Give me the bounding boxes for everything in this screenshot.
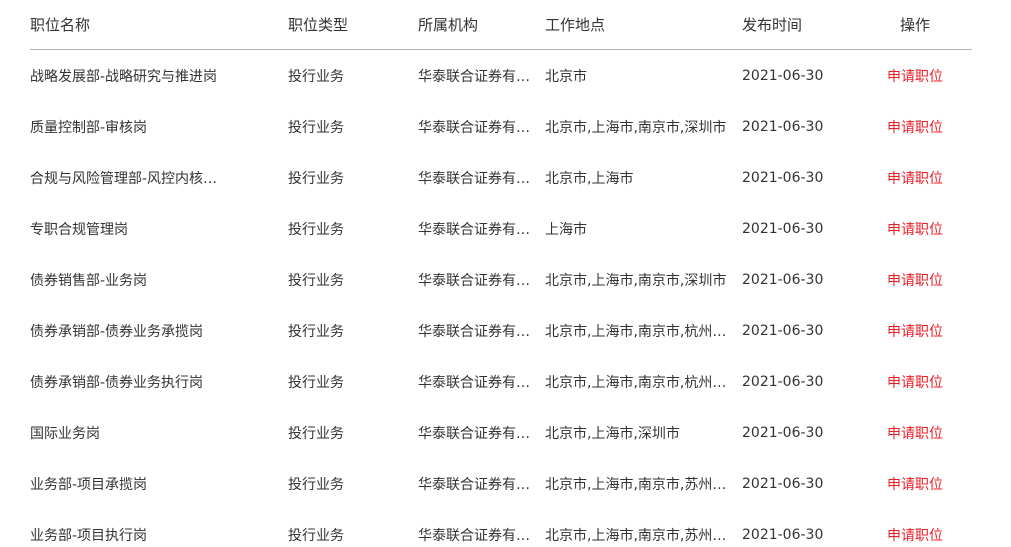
table-row: 战略发展部-战略研究与推进岗 投行业务 华泰联合证券有… 北京市 2021-06-30 申… <box>30 50 972 102</box>
apply-job-link[interactable]: 申请职位 <box>887 222 943 238</box>
cell-organization: 华泰联合证券有… <box>418 323 530 340</box>
cell-job-type: 投行业务 <box>288 323 344 340</box>
table-row: 质量控制部-审核岗 投行业务 华泰联合证券有… 北京市,上海市,南京市,深圳市 2021… <box>30 101 972 152</box>
cell-publish-date: 2021-06-30 <box>742 67 824 84</box>
apply-job-link[interactable]: 申请职位 <box>887 273 943 289</box>
cell-job-type: 投行业务 <box>288 527 344 544</box>
cell-publish-date: 2021-06-30 <box>742 322 824 339</box>
cell-work-location: 北京市,上海市,深圳市 <box>545 425 680 442</box>
cell-job-name: 专职合规管理岗 <box>30 221 128 238</box>
cell-work-location: 北京市 <box>545 68 587 85</box>
cell-job-name: 债券销售部-业务岗 <box>30 272 148 289</box>
cell-organization: 华泰联合证券有… <box>418 119 530 136</box>
cell-publish-date: 2021-06-30 <box>742 118 824 135</box>
table-row: 债券承销部-债券业务承揽岗 投行业务 华泰联合证券有… 北京市,上海市,南京市,杭州…… <box>30 305 972 356</box>
cell-publish-date: 2021-06-30 <box>742 271 824 288</box>
cell-publish-date: 2021-06-30 <box>742 526 824 543</box>
apply-job-link[interactable]: 申请职位 <box>887 69 943 85</box>
cell-job-type: 投行业务 <box>288 170 344 187</box>
cell-work-location: 北京市,上海市,南京市,苏州… <box>545 476 727 493</box>
cell-work-location: 北京市,上海市,南京市,杭州… <box>545 374 727 391</box>
cell-work-location: 北京市,上海市,南京市,杭州… <box>545 323 727 340</box>
table-row: 业务部-项目承揽岗 投行业务 华泰联合证券有… 北京市,上海市,南京市,苏州… 2021… <box>30 458 972 509</box>
cell-action: 申请职位 <box>864 203 972 254</box>
cell-job-name: 债券承销部-债券业务执行岗 <box>30 374 204 391</box>
apply-job-link[interactable]: 申请职位 <box>887 528 943 544</box>
column-header-work-location: 工作地点 <box>545 0 742 50</box>
column-header-job-type: 职位类型 <box>288 0 418 50</box>
column-header-action: 操作 <box>864 0 972 50</box>
cell-job-name: 国际业务岗 <box>30 425 100 442</box>
cell-organization: 华泰联合证券有… <box>418 68 530 85</box>
cell-work-location: 北京市,上海市 <box>545 170 634 187</box>
table-row: 专职合规管理岗 投行业务 华泰联合证券有… 上海市 2021-06-30 申请职位 <box>30 203 972 254</box>
cell-publish-date: 2021-06-30 <box>742 220 824 237</box>
apply-job-link[interactable]: 申请职位 <box>887 426 943 442</box>
cell-publish-date: 2021-06-30 <box>742 169 824 186</box>
cell-publish-date: 2021-06-30 <box>742 475 824 492</box>
cell-action: 申请职位 <box>864 152 972 203</box>
apply-job-link[interactable]: 申请职位 <box>887 324 943 340</box>
table-row: 债券销售部-业务岗 投行业务 华泰联合证券有… 北京市,上海市,南京市,深圳市 2021… <box>30 254 972 305</box>
cell-organization: 华泰联合证券有… <box>418 221 530 238</box>
cell-job-type: 投行业务 <box>288 119 344 136</box>
cell-action: 申请职位 <box>864 254 972 305</box>
column-header-publish-date: 发布时间 <box>742 0 864 50</box>
cell-job-name: 业务部-项目执行岗 <box>30 527 148 544</box>
cell-job-type: 投行业务 <box>288 476 344 493</box>
cell-action: 申请职位 <box>864 407 972 458</box>
cell-publish-date: 2021-06-30 <box>742 424 824 441</box>
cell-organization: 华泰联合证券有… <box>418 476 530 493</box>
table-row: 合规与风险管理部-风控内核… 投行业务 华泰联合证券有… 北京市,上海市 2021-06… <box>30 152 972 203</box>
cell-work-location: 北京市,上海市,南京市,深圳市 <box>545 119 727 136</box>
cell-action: 申请职位 <box>864 458 972 509</box>
apply-job-link[interactable]: 申请职位 <box>887 171 943 187</box>
job-listing-table: 职位名称 职位类型 所属机构 工作地点 发布时间 操作 战略发展部-战略研究与推… <box>30 0 972 547</box>
table-row: 国际业务岗 投行业务 华泰联合证券有… 北京市,上海市,深圳市 2021-06-30 申请… <box>30 407 972 458</box>
cell-work-location: 上海市 <box>545 221 587 238</box>
cell-job-name: 业务部-项目承揽岗 <box>30 476 148 493</box>
cell-job-type: 投行业务 <box>288 374 344 391</box>
cell-publish-date: 2021-06-30 <box>742 373 824 390</box>
cell-organization: 华泰联合证券有… <box>418 425 530 442</box>
apply-job-link[interactable]: 申请职位 <box>887 120 943 136</box>
cell-organization: 华泰联合证券有… <box>418 527 530 544</box>
cell-job-type: 投行业务 <box>288 425 344 442</box>
cell-organization: 华泰联合证券有… <box>418 374 530 391</box>
cell-action: 申请职位 <box>864 305 972 356</box>
job-list-page: 职位名称 职位类型 所属机构 工作地点 发布时间 操作 战略发展部-战略研究与推… <box>0 0 1011 547</box>
cell-organization: 华泰联合证券有… <box>418 170 530 187</box>
cell-action: 申请职位 <box>864 50 972 102</box>
cell-action: 申请职位 <box>864 101 972 152</box>
table-row: 业务部-项目执行岗 投行业务 华泰联合证券有… 北京市,上海市,南京市,苏州… 2021… <box>30 509 972 547</box>
column-header-job-name: 职位名称 <box>30 0 288 50</box>
cell-job-name: 债券承销部-债券业务承揽岗 <box>30 323 204 340</box>
table-row: 债券承销部-债券业务执行岗 投行业务 华泰联合证券有… 北京市,上海市,南京市,杭州…… <box>30 356 972 407</box>
table-header-row: 职位名称 职位类型 所属机构 工作地点 发布时间 操作 <box>30 0 972 50</box>
cell-job-type: 投行业务 <box>288 272 344 289</box>
cell-job-name: 战略发展部-战略研究与推进岗 <box>30 68 218 85</box>
cell-action: 申请职位 <box>864 356 972 407</box>
apply-job-link[interactable]: 申请职位 <box>887 477 943 493</box>
cell-job-name: 合规与风险管理部-风控内核… <box>30 170 218 187</box>
cell-job-name: 质量控制部-审核岗 <box>30 119 148 136</box>
cell-job-type: 投行业务 <box>288 68 344 85</box>
column-header-organization: 所属机构 <box>418 0 545 50</box>
cell-job-type: 投行业务 <box>288 221 344 238</box>
table-body: 战略发展部-战略研究与推进岗 投行业务 华泰联合证券有… 北京市 2021-06-30 申… <box>30 50 972 547</box>
apply-job-link[interactable]: 申请职位 <box>887 375 943 391</box>
cell-work-location: 北京市,上海市,南京市,深圳市 <box>545 272 727 289</box>
cell-action: 申请职位 <box>864 509 972 547</box>
cell-work-location: 北京市,上海市,南京市,苏州… <box>545 527 727 544</box>
table-header: 职位名称 职位类型 所属机构 工作地点 发布时间 操作 <box>30 0 972 50</box>
cell-organization: 华泰联合证券有… <box>418 272 530 289</box>
